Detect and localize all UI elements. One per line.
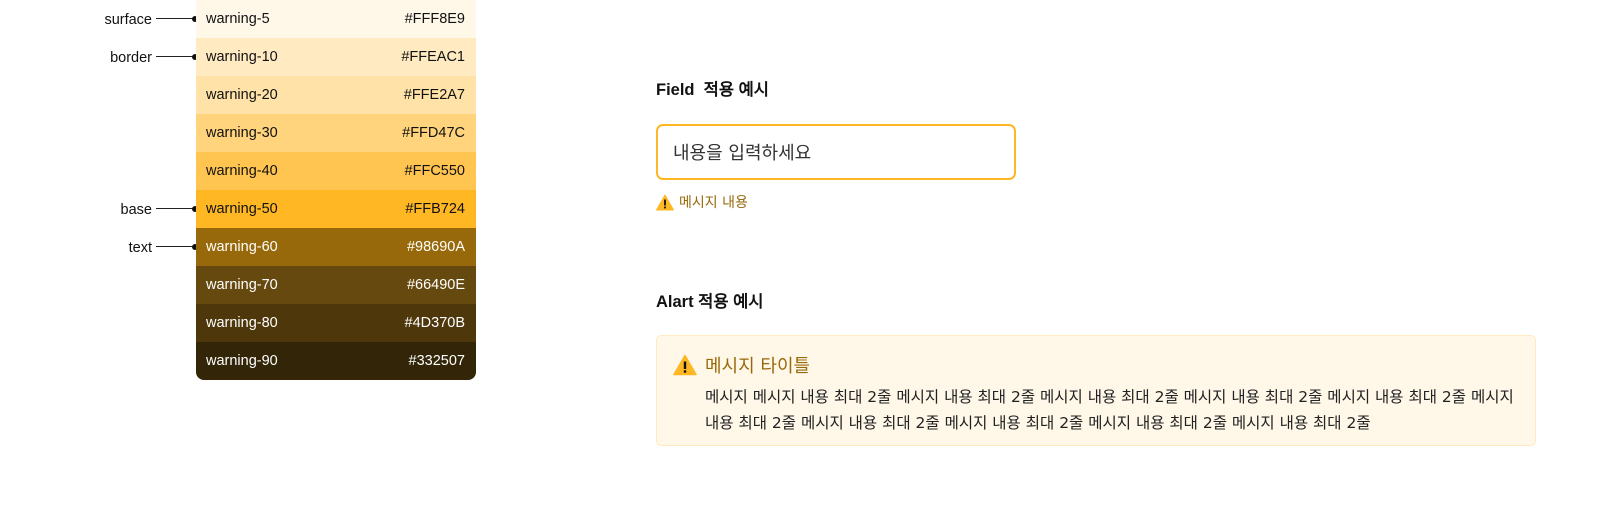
swatch-hex: #4D370B — [404, 315, 465, 331]
leader-line-surface — [156, 15, 198, 22]
swatch-hex: #FFD47C — [402, 125, 465, 141]
field-warning-message: 메시지 내용 — [656, 192, 748, 212]
swatch-hex: #66490E — [406, 277, 465, 293]
warning-triangle-icon — [673, 354, 697, 376]
swatch-warning-70: warning-70 #66490E — [196, 266, 476, 304]
swatch-name: warning-80 — [206, 315, 278, 331]
leader-line-text — [156, 243, 198, 250]
swatch-name: warning-90 — [206, 353, 278, 369]
swatch-warning-20: warning-20 #FFE2A7 — [196, 76, 476, 114]
swatch-warning-30: warning-30 #FFD47C — [196, 114, 476, 152]
swatch-name: warning-40 — [206, 163, 278, 179]
alert-title: 메시지 타이틀 — [705, 356, 811, 377]
swatch-hex: #FFB724 — [405, 201, 465, 217]
swatch-warning-40: warning-40 #FFC550 — [196, 152, 476, 190]
text-input-field[interactable]: 내용을 입력하세요 — [656, 124, 1016, 180]
alert-body: 메시지 메시지 내용 최대 2줄 메시지 내용 최대 2줄 메시지 내용 최대 … — [705, 388, 1514, 432]
swatch-warning-80: warning-80 #4D370B — [196, 304, 476, 342]
swatch-warning-90: warning-90 #332507 — [196, 342, 476, 380]
swatch-name: warning-60 — [206, 239, 278, 255]
warning-color-palette: warning-5 #FFF8E9 warning-10 #FFEAC1 war… — [196, 0, 476, 380]
role-label-border: border — [110, 50, 152, 66]
swatch-hex: #FFEAC1 — [401, 49, 465, 65]
swatch-name: warning-50 — [206, 201, 278, 217]
swatch-hex: #332507 — [408, 353, 465, 369]
leader-line-border — [156, 53, 198, 60]
swatch-name: warning-20 — [206, 87, 278, 103]
swatch-name: warning-70 — [206, 277, 278, 293]
swatch-hex: #FFE2A7 — [403, 87, 465, 103]
role-label-surface: surface — [104, 12, 152, 28]
input-placeholder: 내용을 입력하세요 — [673, 143, 812, 164]
alert-section-title: Alart 적용 예시 — [656, 293, 764, 311]
field-section-title: Field 적용 예시 — [656, 81, 769, 99]
swatch-warning-50: warning-50 #FFB724 — [196, 190, 476, 228]
swatch-name: warning-10 — [206, 49, 278, 65]
swatch-hex: #98690A — [406, 239, 465, 255]
leader-line-base — [156, 205, 198, 212]
swatch-name: warning-5 — [206, 11, 270, 27]
role-label-text: text — [128, 240, 152, 256]
swatch-warning-60: warning-60 #98690A — [196, 228, 476, 266]
warning-alert: 메시지 타이틀 메시지 메시지 내용 최대 2줄 메시지 내용 최대 2줄 메시… — [656, 335, 1536, 446]
role-label-base: base — [120, 202, 152, 218]
swatch-hex: #FFF8E9 — [404, 11, 465, 27]
swatch-warning-5: warning-5 #FFF8E9 — [196, 0, 476, 38]
swatch-warning-10: warning-10 #FFEAC1 — [196, 38, 476, 76]
field-message-text: 메시지 내용 — [679, 195, 748, 211]
swatch-name: warning-30 — [206, 125, 278, 141]
warning-triangle-icon — [656, 194, 674, 210]
swatch-hex: #FFC550 — [404, 163, 465, 179]
